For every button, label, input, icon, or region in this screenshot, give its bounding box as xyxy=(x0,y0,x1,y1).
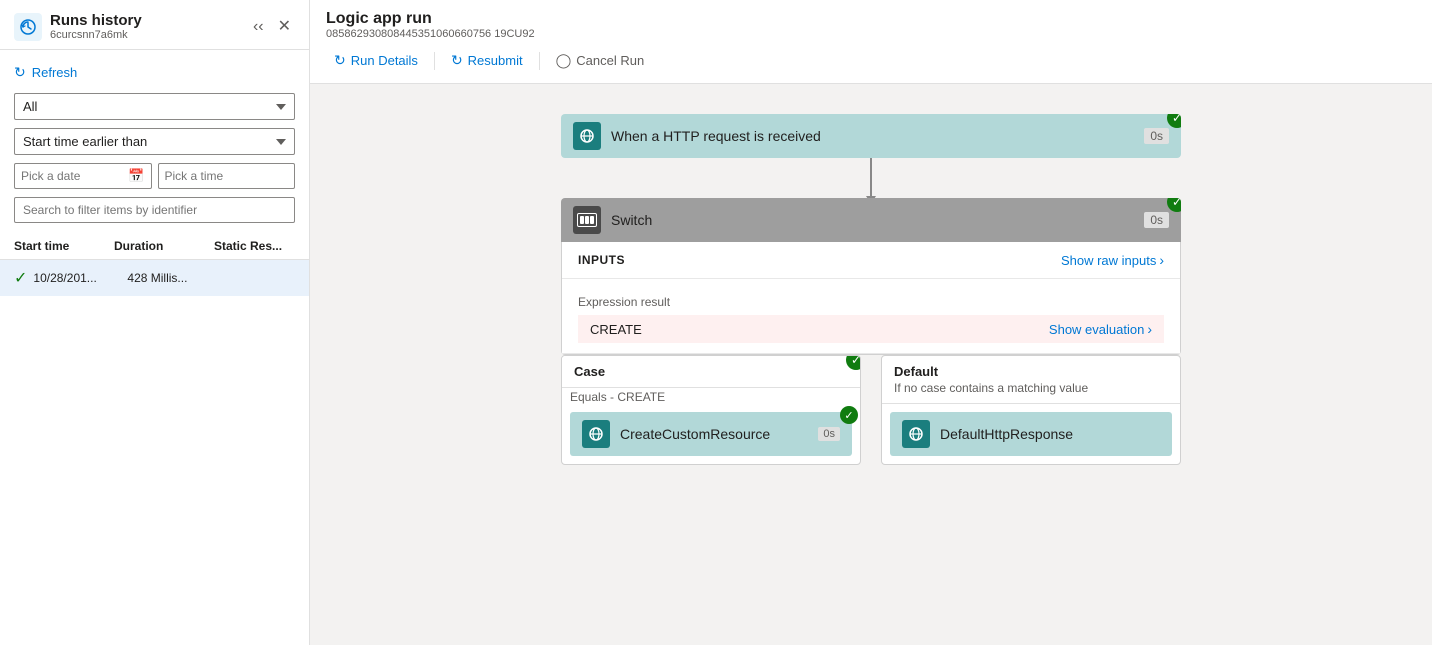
case-header: Case xyxy=(562,356,860,388)
case-node-time: 0s xyxy=(818,427,840,441)
run-details-button[interactable]: ↻ Run Details xyxy=(326,48,426,73)
panel-title-group: Runs history 6curcsnn7a6mk xyxy=(14,12,142,41)
case-node-label: CreateCustomResource xyxy=(620,426,808,442)
canvas: When a HTTP request is received 0s ✓ xyxy=(310,84,1432,645)
toolbar: ↻ Run Details ↻ Resubmit ◯ Cancel Run xyxy=(326,48,1416,73)
switch-node[interactable]: Switch 0s INPUTS Show raw inputs › xyxy=(561,198,1181,355)
http-node-icon xyxy=(573,122,601,150)
resubmit-button[interactable]: ↻ Resubmit xyxy=(443,48,531,73)
date-input-wrap: 📅 xyxy=(14,163,152,189)
default-title: Default xyxy=(894,364,1168,379)
default-box: Default If no case contains a matching v… xyxy=(881,355,1181,465)
date-filter-select[interactable]: Start time earlier than xyxy=(14,128,295,155)
http-node[interactable]: When a HTTP request is received 0s ✓ xyxy=(561,114,1181,158)
expression-result-label: Expression result xyxy=(578,295,1164,309)
case-node[interactable]: CreateCustomResource 0s ✓ xyxy=(570,412,852,456)
default-node-label: DefaultHttpResponse xyxy=(940,426,1160,442)
inputs-section-header: INPUTS Show raw inputs › xyxy=(578,252,1164,268)
search-input[interactable] xyxy=(14,197,295,223)
table-row[interactable]: ✓ 10/28/201... 428 Millis... xyxy=(0,260,309,296)
panel-body: ↻ Refresh All Succeeded Failed Running S… xyxy=(0,50,309,233)
case-node-badge: ✓ xyxy=(840,406,858,424)
toolbar-separator-1 xyxy=(434,52,435,70)
switch-node-row: Switch 0s INPUTS Show raw inputs › xyxy=(561,198,1181,355)
default-header: Default If no case contains a matching v… xyxy=(882,356,1180,404)
th-start-time: Start time xyxy=(14,239,114,253)
switch-node-time: 0s xyxy=(1144,212,1169,228)
arrow-down-1 xyxy=(870,158,872,198)
show-evaluation-label: Show evaluation xyxy=(1049,322,1144,337)
case-box: ✓ Case Equals - CREATE xyxy=(561,355,861,465)
date-row: 📅 xyxy=(14,163,295,189)
table-header: Start time Duration Static Res... xyxy=(0,233,309,260)
cancel-run-icon: ◯ xyxy=(556,52,572,69)
left-panel: Runs history 6curcsnn7a6mk ‹‹ ✕ ↻ Refres… xyxy=(0,0,310,645)
default-node[interactable]: DefaultHttpResponse xyxy=(890,412,1172,456)
panel-header: Runs history 6curcsnn7a6mk ‹‹ ✕ xyxy=(0,0,309,50)
show-evaluation-button[interactable]: Show evaluation › xyxy=(1049,321,1152,337)
cancel-run-button[interactable]: ◯ Cancel Run xyxy=(548,48,653,73)
expression-section: Expression result CREATE Show evaluation… xyxy=(562,279,1180,354)
row-duration: 428 Millis... xyxy=(127,271,227,285)
default-node-icon xyxy=(902,420,930,448)
flow-container: When a HTTP request is received 0s ✓ xyxy=(350,114,1392,465)
run-details-icon: ↻ xyxy=(334,52,346,69)
close-panel-button[interactable]: ✕ xyxy=(274,17,295,37)
row-status-icon: ✓ xyxy=(14,268,27,288)
right-header: Logic app run 08586293080844535106066075… xyxy=(310,0,1432,84)
switch-node-icon xyxy=(573,206,601,234)
inputs-label: INPUTS xyxy=(578,253,625,267)
http-node-row: When a HTTP request is received 0s ✓ xyxy=(561,114,1181,158)
collapse-panel-button[interactable]: ‹‹ xyxy=(249,17,268,37)
expression-value: CREATE xyxy=(590,322,642,337)
time-input[interactable] xyxy=(165,169,289,183)
case-title: Case xyxy=(574,364,848,379)
switch-node-body: INPUTS Show raw inputs › Expression resu… xyxy=(561,242,1181,355)
case-equals-row: Equals - CREATE xyxy=(562,390,860,408)
refresh-label: Refresh xyxy=(32,65,78,80)
date-input[interactable] xyxy=(21,169,124,183)
status-filter-select[interactable]: All Succeeded Failed Running xyxy=(14,93,295,120)
expression-value-row: CREATE Show evaluation › xyxy=(578,315,1164,343)
calendar-icon: 📅 xyxy=(128,168,144,184)
http-node-time: 0s xyxy=(1144,128,1169,144)
switch-node-label: Switch xyxy=(611,212,1134,228)
cases-row: ✓ Case Equals - CREATE xyxy=(561,355,1181,465)
right-title: Logic app run xyxy=(326,10,1416,28)
panel-subtitle: 6curcsnn7a6mk xyxy=(50,29,142,41)
toolbar-separator-2 xyxy=(539,52,540,70)
chevron-right-icon: › xyxy=(1159,252,1164,268)
cancel-run-label: Cancel Run xyxy=(576,53,644,68)
show-raw-inputs-button[interactable]: Show raw inputs › xyxy=(1061,252,1164,268)
chevron-right-icon-2: › xyxy=(1147,321,1152,337)
resubmit-icon: ↻ xyxy=(451,52,463,69)
case-node-icon xyxy=(582,420,610,448)
right-panel: Logic app run 08586293080844535106066075… xyxy=(310,0,1432,645)
panel-title-text: Runs history 6curcsnn7a6mk xyxy=(50,12,142,41)
http-node-label: When a HTTP request is received xyxy=(611,128,1134,144)
panel-title: Runs history xyxy=(50,12,142,29)
runs-history-icon xyxy=(14,13,42,41)
resubmit-label: Resubmit xyxy=(468,53,523,68)
switch-node-header: Switch 0s xyxy=(561,198,1181,242)
refresh-icon: ↻ xyxy=(14,64,26,81)
panel-controls: ‹‹ ✕ xyxy=(249,17,295,37)
default-subtitle: If no case contains a matching value xyxy=(894,381,1168,395)
inputs-section: INPUTS Show raw inputs › xyxy=(562,242,1180,279)
http-node-header: When a HTTP request is received 0s xyxy=(561,114,1181,158)
case-equals-label: Equals - CREATE xyxy=(570,390,852,404)
th-duration: Duration xyxy=(114,239,214,253)
right-subtitle: 085862930808445351060660756 19CU92 xyxy=(326,28,1416,40)
th-static-res: Static Res... xyxy=(214,239,295,253)
show-raw-inputs-label: Show raw inputs xyxy=(1061,253,1156,268)
run-details-label: Run Details xyxy=(351,53,418,68)
refresh-button[interactable]: ↻ Refresh xyxy=(14,60,295,85)
time-input-wrap xyxy=(158,163,296,189)
row-start-time: 10/28/201... xyxy=(33,271,127,285)
